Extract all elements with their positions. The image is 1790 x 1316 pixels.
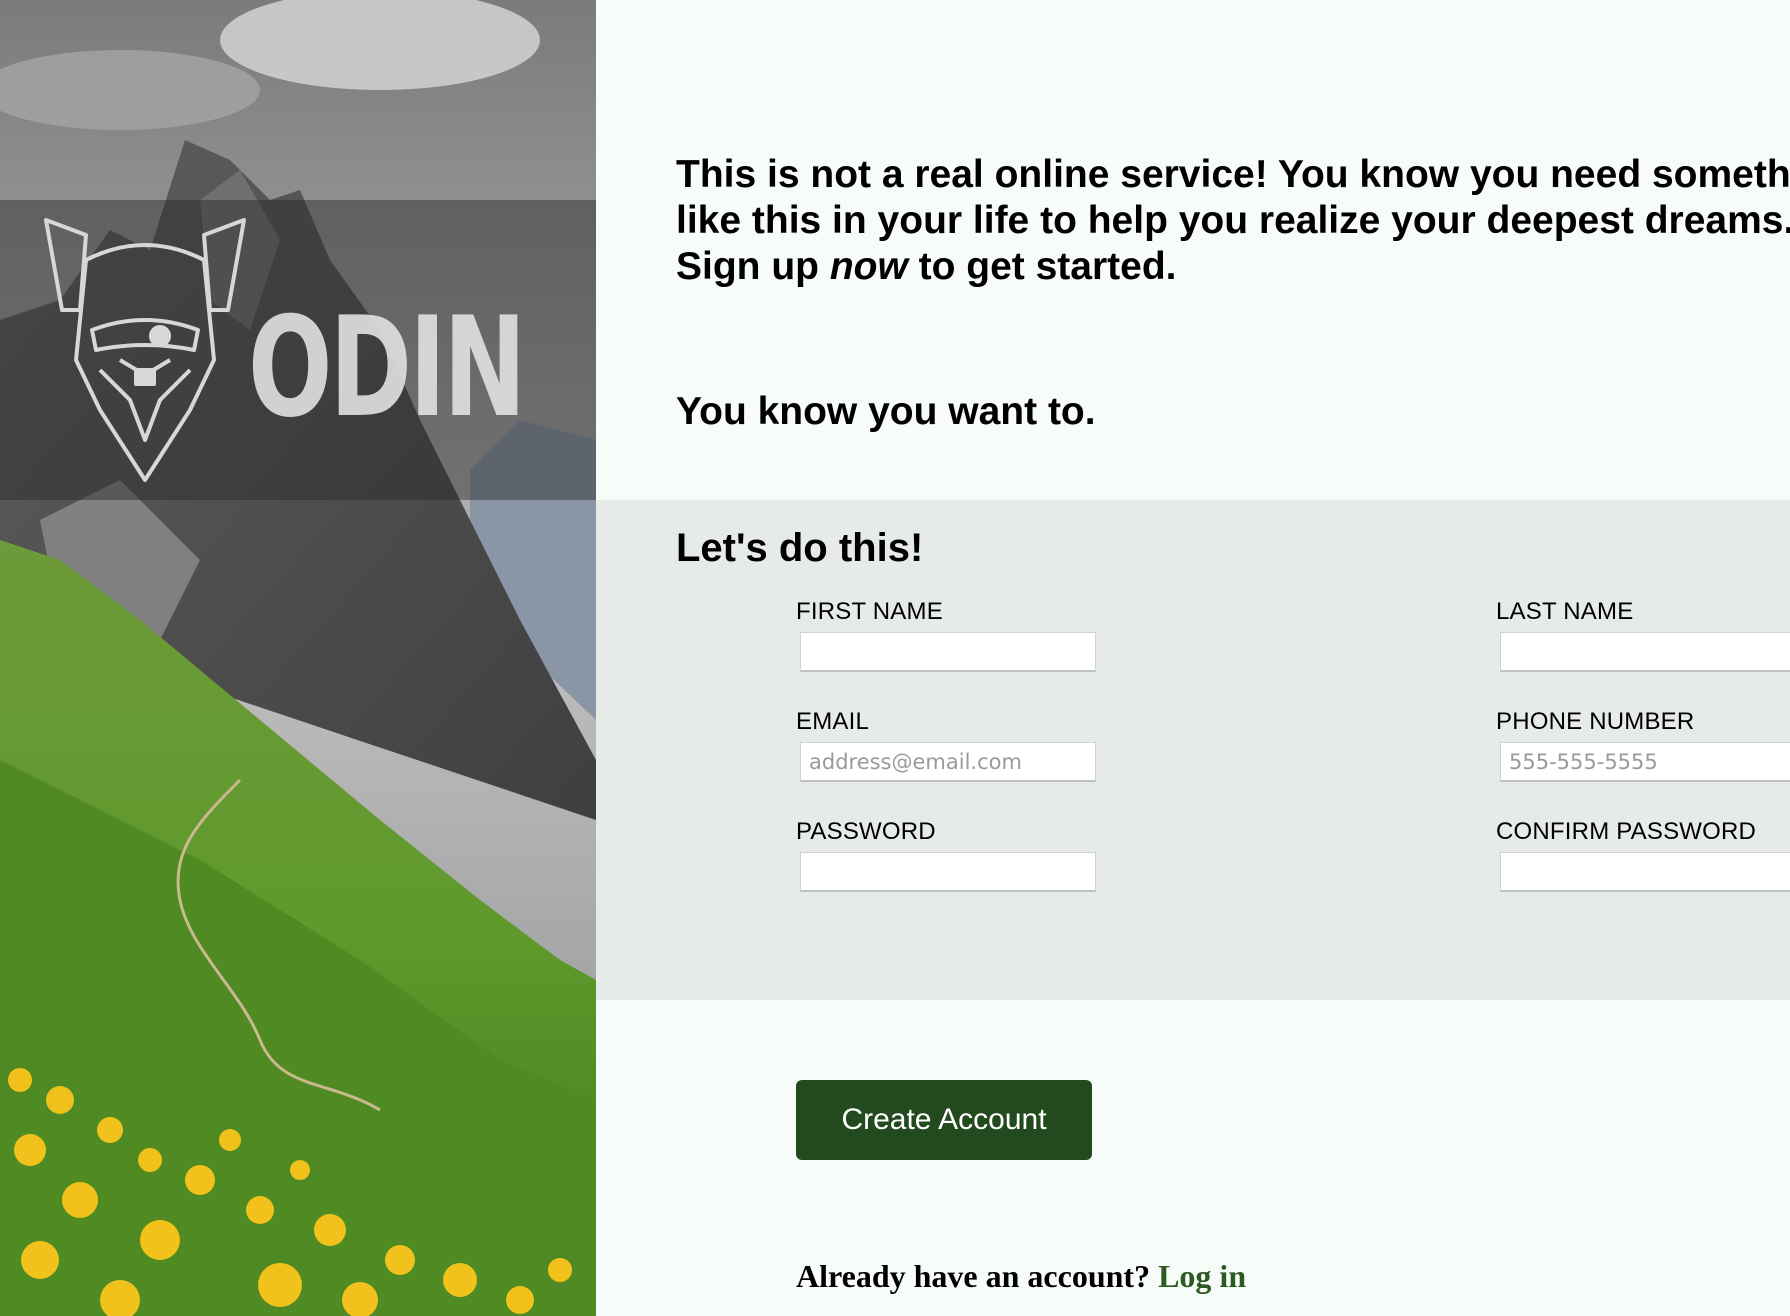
last-name-label: LAST NAME (1496, 598, 1634, 625)
last-name-input[interactable] (1500, 632, 1790, 672)
phone-field-group: PHONE NUMBER (1496, 708, 1790, 782)
password-field-group: PASSWORD (796, 818, 1116, 892)
email-label: EMAIL (796, 708, 870, 735)
login-link[interactable]: Log in (1158, 1258, 1246, 1294)
viking-head-icon (44, 218, 246, 482)
last-name-field-group: LAST NAME (1496, 598, 1790, 672)
first-name-field-group: FIRST NAME (796, 598, 1116, 672)
intro-line-3: Sign up now to get started. (676, 244, 1790, 290)
confirm-password-label: CONFIRM PASSWORD (1496, 818, 1757, 845)
confirm-password-input[interactable] (1500, 852, 1790, 892)
password-label: PASSWORD (796, 818, 936, 845)
phone-input[interactable] (1500, 742, 1790, 782)
first-name-input[interactable] (800, 632, 1096, 672)
confirm-password-field-group: CONFIRM PASSWORD (1496, 818, 1790, 892)
intro-text: This is not a real online service! You k… (676, 152, 1790, 290)
phone-label: PHONE NUMBER (1496, 708, 1695, 735)
form-title: Let's do this! (676, 526, 924, 570)
intro-line-3-post: to get started. (907, 245, 1177, 288)
intro-line-3-pre: Sign up (676, 245, 830, 288)
login-prompt: Already have an account? Log in (796, 1258, 1246, 1295)
create-account-button[interactable]: Create Account (796, 1080, 1092, 1160)
intro-line-3-em: now (829, 245, 908, 288)
signup-content: This is not a real online service! You k… (596, 0, 1790, 1316)
logo-text: ODIN (248, 287, 526, 448)
intro-line-1: This is not a real online service! You k… (676, 153, 1790, 196)
intro-line-4: You know you want to. (676, 390, 1096, 433)
email-input[interactable] (800, 742, 1096, 782)
hero-image: ODIN (0, 0, 596, 1316)
intro-line-2: like this in your life to help you reali… (676, 199, 1790, 242)
first-name-label: FIRST NAME (796, 598, 943, 625)
email-field-group: EMAIL (796, 708, 1116, 782)
mountain-landscape-image (0, 0, 596, 1316)
login-prompt-text: Already have an account? (796, 1258, 1151, 1294)
password-input[interactable] (800, 852, 1096, 892)
